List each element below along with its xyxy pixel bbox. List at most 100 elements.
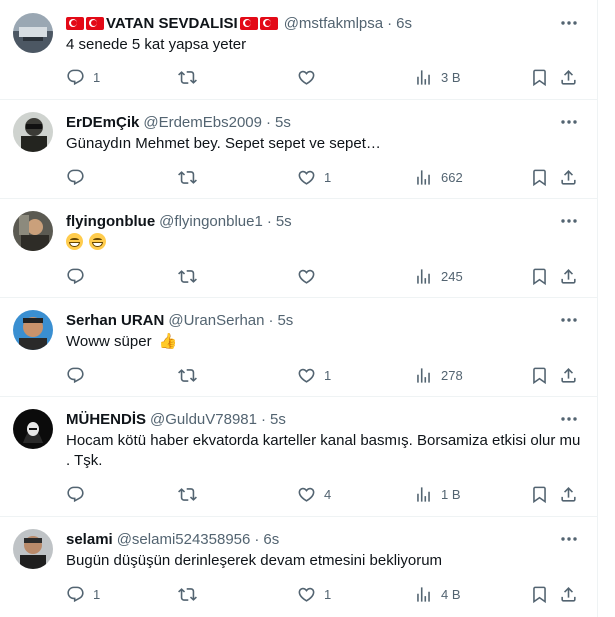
retweet-icon	[178, 587, 197, 601]
timestamp[interactable]: 5s	[277, 312, 293, 329]
like-button[interactable]: 4	[297, 484, 331, 504]
turkey-flag-icon	[239, 16, 258, 30]
views-button[interactable]: 278	[414, 365, 463, 385]
views-icon	[417, 367, 430, 383]
reply-icon	[67, 367, 84, 383]
avatar[interactable]	[13, 13, 53, 53]
more-icon[interactable]	[559, 409, 579, 429]
timestamp[interactable]: 5s	[275, 114, 291, 131]
tweet[interactable]: ErDEmÇik @ErdemEbs2009 · 5s Günaydın Meh…	[0, 100, 597, 199]
views-button[interactable]: 4 B	[414, 584, 461, 604]
tweet-text: Hocam kötü haber ekvatorda karteller kan…	[66, 432, 581, 469]
avatar[interactable]	[13, 112, 53, 152]
timestamp[interactable]: 5s	[276, 213, 292, 230]
reply-icon	[67, 586, 84, 602]
reply-icon	[67, 486, 84, 502]
share-button[interactable]	[559, 67, 578, 87]
views-button[interactable]: 3 B	[414, 67, 461, 87]
author-name[interactable]: flyingonblue	[66, 213, 155, 230]
tweet[interactable]: VATAN SEVDALISI @mstfakmlpsa · 6s 4 sene…	[0, 0, 597, 100]
like-icon	[298, 587, 315, 602]
reply-button[interactable]	[66, 266, 93, 286]
tweet[interactable]: MÜHENDİS @GulduV78981 · 5s Hocam kötü ha…	[0, 397, 597, 517]
bookmark-icon	[533, 367, 546, 384]
avatar[interactable]	[13, 310, 53, 350]
more-icon[interactable]	[559, 211, 579, 231]
more-icon[interactable]	[559, 13, 579, 33]
views-count: 278	[441, 367, 463, 383]
avatar[interactable]	[13, 409, 53, 449]
share-button[interactable]	[559, 484, 578, 504]
reply-button[interactable]	[66, 167, 93, 187]
retweet-button[interactable]	[178, 365, 205, 385]
author-name[interactable]: VATAN SEVDALISI	[106, 15, 238, 32]
author-name[interactable]: Serhan URAN	[66, 312, 164, 329]
more-icon[interactable]	[559, 310, 579, 330]
reply-icon	[67, 268, 84, 284]
bookmark-button[interactable]	[530, 584, 549, 604]
bookmark-icon	[533, 268, 546, 285]
author-name[interactable]: ErDEmÇik	[66, 114, 139, 131]
views-icon	[417, 586, 430, 602]
bookmark-button[interactable]	[530, 484, 549, 504]
views-button[interactable]: 245	[414, 266, 463, 286]
views-button[interactable]: 1 B	[414, 484, 461, 504]
reply-button[interactable]: 1	[66, 584, 100, 604]
author-name[interactable]: MÜHENDİS	[66, 411, 146, 428]
bookmark-button[interactable]	[530, 67, 549, 87]
retweet-button[interactable]	[178, 584, 205, 604]
timestamp[interactable]: 6s	[263, 531, 279, 548]
views-count: 1 B	[441, 486, 461, 502]
like-count: 1	[324, 367, 332, 383]
thumbs-up-icon: 👍	[158, 333, 178, 350]
tweet[interactable]: selami @selami524358956 · 6s Bugün düşüş…	[0, 517, 597, 617]
like-icon	[298, 487, 315, 502]
avatar[interactable]	[13, 211, 53, 251]
like-button[interactable]	[297, 266, 324, 286]
reply-count: 1	[93, 69, 101, 85]
tweet[interactable]: flyingonblue @flyingonblue1 · 5s 245	[0, 199, 597, 298]
reply-button[interactable]	[66, 365, 93, 385]
bookmark-button[interactable]	[530, 365, 549, 385]
author-handle[interactable]: @ErdemEbs2009	[143, 114, 262, 131]
like-button[interactable]: 1	[297, 167, 331, 187]
author-handle[interactable]: @flyingonblue1	[159, 213, 263, 230]
like-button[interactable]: 1	[297, 365, 331, 385]
views-button[interactable]: 662	[414, 167, 463, 187]
bookmark-icon	[533, 486, 546, 503]
reply-count: 1	[93, 586, 101, 602]
tweet[interactable]: Serhan URAN @UranSerhan · 5s Woww süper …	[0, 298, 597, 397]
share-button[interactable]	[559, 167, 578, 187]
tweet-text: Bugün düşüşün derinleşerek devam etmesin…	[66, 552, 443, 569]
reply-button[interactable]: 1	[66, 67, 100, 87]
author-handle[interactable]: @UranSerhan	[168, 312, 264, 329]
author-handle[interactable]: @GulduV78981	[150, 411, 257, 428]
retweet-button[interactable]	[178, 484, 205, 504]
author-name[interactable]: selami	[66, 531, 113, 548]
retweet-icon	[178, 70, 197, 84]
share-button[interactable]	[559, 584, 578, 604]
share-icon	[561, 268, 576, 284]
like-button[interactable]: 1	[297, 584, 331, 604]
retweet-button[interactable]	[178, 167, 205, 187]
more-icon[interactable]	[559, 529, 579, 549]
more-icon[interactable]	[559, 112, 579, 132]
bookmark-button[interactable]	[530, 167, 549, 187]
bookmark-button[interactable]	[530, 266, 549, 286]
retweet-button[interactable]	[178, 67, 205, 87]
retweet-icon	[178, 170, 197, 184]
retweet-button[interactable]	[178, 266, 205, 286]
share-button[interactable]	[559, 266, 578, 286]
author-handle[interactable]: @selami524358956	[117, 531, 251, 548]
like-button[interactable]	[297, 67, 324, 87]
like-icon	[298, 170, 315, 185]
timestamp[interactable]: 5s	[270, 411, 286, 428]
timestamp[interactable]: 6s	[396, 15, 412, 32]
avatar[interactable]	[13, 529, 53, 569]
share-button[interactable]	[559, 365, 578, 385]
reply-button[interactable]	[66, 484, 93, 504]
like-count: 1	[324, 169, 332, 185]
author-handle[interactable]: @mstfakmlpsa	[284, 15, 383, 32]
tweet-text: 4 senede 5 kat yapsa yeter	[66, 36, 247, 53]
separator-dot: ·	[265, 113, 271, 131]
